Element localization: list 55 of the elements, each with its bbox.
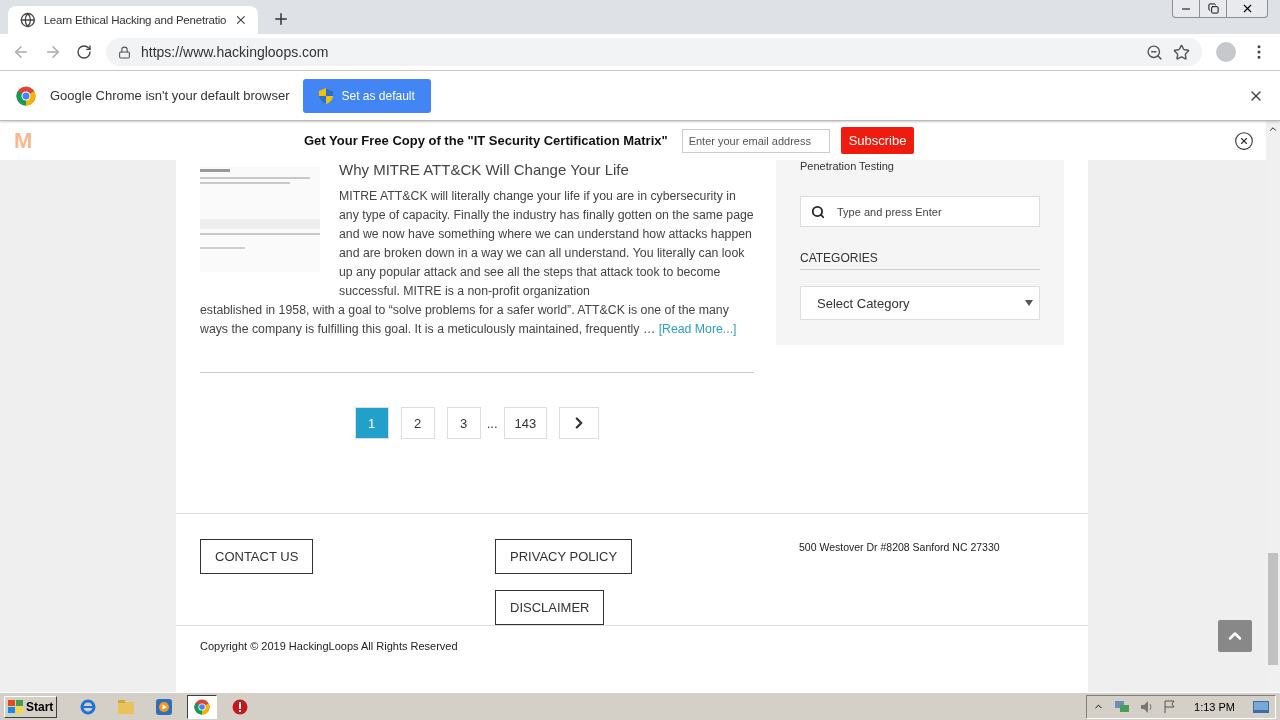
promo-title: Get Your Free Copy of the "IT Security Certification Matrix" — [304, 133, 668, 148]
back-to-top-button[interactable] — [1218, 620, 1252, 652]
copyright-text: Copyright © 2019 HackingLoops All Rights Reserved — [200, 640, 458, 652]
windows-logo-icon — [8, 699, 24, 714]
category-select[interactable]: Select Category — [800, 286, 1040, 320]
address-bar[interactable]: https://www.hackingloops.com — [106, 38, 1202, 66]
reload-icon[interactable] — [76, 44, 92, 60]
media-player-icon — [155, 697, 174, 716]
footer-link-button[interactable]: PRIVACY POLICY — [495, 539, 633, 574]
sidebar-text: Penetration Testing — [800, 160, 895, 172]
subscribe-button[interactable]: Subscribe — [840, 127, 915, 154]
clock-text: 1:13 PM — [1194, 700, 1235, 713]
bookmark-star-icon[interactable] — [1173, 43, 1190, 61]
next-page-button[interactable] — [559, 407, 600, 439]
address-text: 500 Westover Dr #8208 Sanford NC 27330 — [799, 541, 1000, 553]
set-default-button[interactable]: Set as default — [303, 78, 431, 113]
footer-link-button[interactable]: CONTACT US — [200, 539, 314, 574]
footer-link-button[interactable]: DISCLAIMER — [495, 590, 605, 625]
stop-icon — [232, 698, 249, 715]
chrome-logo-icon — [16, 85, 36, 106]
email-field[interactable]: Enter your email address — [681, 128, 830, 153]
page-button[interactable]: 3 — [446, 407, 481, 439]
globe-icon — [20, 12, 36, 28]
dropdown-arrow-icon — [1025, 300, 1033, 306]
scroll-thumb[interactable] — [1268, 553, 1278, 665]
scrollbar[interactable] — [1266, 121, 1280, 692]
chrome-logo-icon — [194, 698, 211, 715]
speaker-icon[interactable] — [1140, 699, 1155, 714]
article-excerpt: established in 1958, with a goal to “solve problems for a safer world”. ATT&CK is one of the many ways the company is fulfilling this goal. It is a meticulously maintained, frequently … [Read More...] — [200, 302, 738, 338]
shield-icon — [319, 87, 334, 104]
close-tab-icon[interactable] — [234, 13, 248, 27]
categories-heading: CATEGORIES — [800, 251, 1040, 270]
page-button[interactable]: 143 — [503, 407, 548, 439]
search-icon — [811, 205, 825, 219]
scroll-up-icon[interactable] — [1268, 124, 1278, 134]
lock-icon — [118, 45, 131, 59]
zoom-icon[interactable] — [1146, 43, 1163, 61]
site-logo: M — [14, 127, 34, 154]
pagination-ellipsis: ... — [486, 415, 498, 431]
restore-icon — [1207, 3, 1219, 14]
new-tab-icon[interactable] — [272, 10, 290, 28]
page-button[interactable]: 2 — [400, 407, 435, 439]
browser-icon — [79, 697, 98, 716]
folder-icon — [117, 698, 136, 715]
article-title[interactable]: Why MITRE ATT&CK Will Change Your Life — [339, 160, 754, 180]
show-desktop-icon[interactable] — [1253, 700, 1269, 713]
close-icon[interactable] — [1234, 130, 1254, 151]
article-excerpt: MITRE ATT&CK will literally change your life if you are in cybersecurity in any type of capacity. Finally the industry has finally gotten on the same page and we now have something where we can understand how attacks happen and are broken down in a way we can all understand. You literally can look up any popular attack and see all the steps that attack took to become successful. MITRE is a non-profit organization — [339, 188, 754, 300]
start-button[interactable]: Start — [4, 695, 58, 718]
search-field[interactable]: Type and press Enter — [800, 196, 1040, 227]
url-text: https://www.hackingloops.com — [141, 44, 329, 60]
browser-tab[interactable]: Learn Ethical Hacking and Penetratio — [8, 6, 258, 34]
flag-icon[interactable] — [1164, 699, 1177, 714]
taskbar-app-button[interactable] — [187, 694, 218, 719]
infobar-message: Google Chrome isn't your default browser — [50, 88, 290, 103]
